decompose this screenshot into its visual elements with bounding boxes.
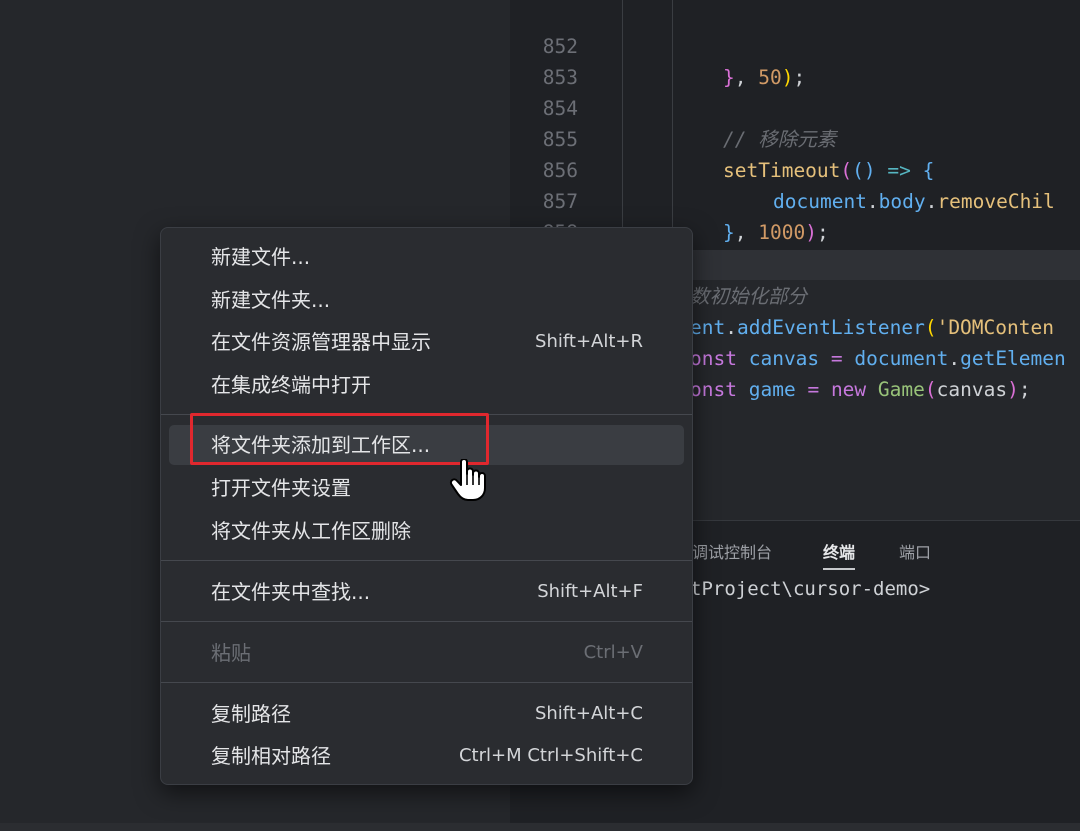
highlight-annotation-box [190,413,489,465]
menu-item-label: 新建文件... [211,245,311,269]
menu-item-shortcut: Ctrl+M Ctrl+Shift+C [458,745,643,766]
code-line-857[interactable]: 857 }, 1000); [510,155,1080,244]
menu-separator [161,560,692,561]
menu-item-new-file[interactable]: 新建文件... [169,237,684,277]
menu-item-label: 粘贴 [211,641,251,665]
tab-debug-console[interactable]: 调试控制台 [692,539,772,563]
code-line-852[interactable]: 852 }, 50); [510,0,1080,89]
menu-item-label: 复制相对路径 [211,744,331,768]
code-line[interactable]: ent.addEventListener('DOMConten [690,312,1054,343]
code-line[interactable]: onst canvas = document.getElemen [690,343,1066,374]
menu-item-paste[interactable]: 粘贴 Ctrl+V [169,633,684,673]
code-editor[interactable]: 852 }, 50); 853 854 // 移除元素 855 setTimeo… [510,0,1080,275]
menu-item-find-in-folder[interactable]: 在文件夹中查找... Shift+Alt+F [169,572,684,612]
code-line[interactable]: onst game = new Game(canvas); [690,374,1031,405]
menu-item-copy-path[interactable]: 复制路径 Shift+Alt+C [169,694,684,734]
menu-item-shortcut: Shift+Alt+R [535,331,643,352]
menu-item-new-folder[interactable]: 新建文件夹... [169,280,684,320]
menu-item-label: 在文件夹中查找... [211,580,371,604]
hand-pointer-icon [449,459,486,501]
menu-item-reveal-in-explorer[interactable]: 在文件资源管理器中显示 Shift+Alt+R [169,322,684,362]
code-text: }, 1000); [723,221,829,244]
menu-separator [161,621,692,622]
menu-item-label: 在文件资源管理器中显示 [211,330,431,354]
menu-separator [161,682,692,683]
menu-item-shortcut: Shift+Alt+C [534,703,643,724]
code-line-855[interactable]: 855 setTimeout(() => { [510,93,1080,182]
menu-item-copy-relative-path[interactable]: 复制相对路径 Ctrl+M Ctrl+Shift+C [169,736,684,776]
context-menu: 新建文件... 新建文件夹... 在文件资源管理器中显示 Shift+Alt+R… [160,227,693,785]
code-line-854[interactable]: 854 // 移除元素 [510,62,1080,151]
menu-item-remove-folder-from-workspace[interactable]: 将文件夹从工作区删除 [169,511,684,551]
tab-terminal[interactable]: 终端 [823,539,856,570]
code-line-858[interactable]: 858 } [510,186,1080,275]
status-bar [0,823,1080,831]
tab-ports[interactable]: 端口 [899,539,931,563]
code-line-856[interactable]: 856 document.body.removeChil [510,124,1080,213]
terminal-prompt[interactable]: tProject\cursor-demo> [690,578,930,600]
menu-item-label: 新建文件夹... [211,288,331,312]
menu-item-label: 打开文件夹设置 [211,476,351,500]
menu-item-label: 复制路径 [211,702,291,726]
menu-item-shortcut: Shift+Alt+F [537,581,643,602]
menu-item-label: 将文件夹从工作区删除 [211,519,411,543]
menu-item-open-folder-settings[interactable]: 打开文件夹设置 [169,468,684,508]
menu-item-shortcut: Ctrl+V [583,642,643,663]
code-line-853[interactable]: 853 [510,31,1080,89]
menu-item-label: 在集成终端中打开 [211,373,371,397]
menu-item-open-in-terminal[interactable]: 在集成终端中打开 [169,365,684,405]
code-comment: 数初始化部分 [690,285,808,308]
